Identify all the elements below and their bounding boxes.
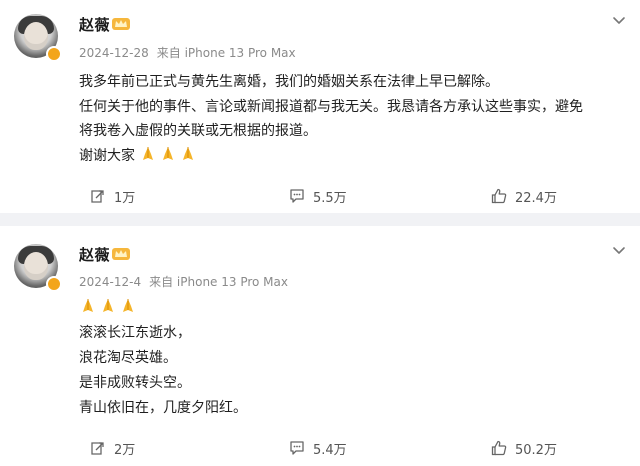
like-count: 50.2万 — [515, 442, 557, 458]
emoji-line — [79, 296, 624, 321]
avatar-face — [24, 22, 48, 50]
like-button[interactable]: 50.2万 — [491, 438, 557, 458]
verified-badge-icon — [46, 46, 62, 62]
praying-hands-icon — [143, 146, 154, 160]
comment-button[interactable]: 5.4万 — [289, 438, 347, 458]
praying-hands-icon — [103, 299, 113, 312]
post-meta: 2024-12-4 来自 iPhone 13 Pro Max — [79, 273, 288, 290]
comment-button[interactable]: 5.5万 — [289, 186, 347, 206]
author-name[interactable]: 赵薇 — [79, 14, 110, 35]
praying-hands-icon — [163, 146, 174, 160]
repost-button[interactable]: 2万 — [90, 438, 135, 458]
vip-crown-icon — [112, 248, 130, 260]
post-source: 来自 iPhone 13 Pro Max — [149, 275, 288, 289]
chevron-down-icon[interactable] — [612, 244, 626, 258]
praying-hands-icon — [123, 299, 133, 312]
chevron-down-icon[interactable] — [612, 14, 626, 28]
vip-crown-icon — [112, 18, 130, 30]
repost-icon — [91, 442, 104, 455]
repost-count: 2万 — [114, 442, 136, 458]
comment-count: 5.4万 — [313, 442, 347, 458]
post-text-line: 我多年前已正式与黄先生离婚，我们的婚姻关系在法律上早已解除。 — [79, 74, 499, 90]
like-count: 22.4万 — [515, 190, 557, 206]
praying-hands-icon — [83, 299, 93, 312]
comment-icon — [290, 189, 304, 203]
weibo-post: 赵薇 2024-12-28 来自 iPhone 13 Pro Max 我多年前已正… — [0, 0, 640, 213]
post-actions: 1万 5.5万 22.4万 — [0, 186, 640, 206]
post-text-line: 滚滚长江东逝水， — [79, 325, 191, 341]
post-text-line: 任何关于他的事件、言论或新闻报道都与我无关。我恳请各方承认这些事实，避免 — [79, 98, 583, 115]
repost-button[interactable]: 1万 — [90, 186, 135, 206]
post-text-line: 谢谢大家 — [79, 147, 135, 164]
thumbs-up-icon — [491, 188, 507, 204]
post-source: 来自 iPhone 13 Pro Max — [156, 46, 296, 60]
post-body: 滚滚长江东逝水， 浪花淘尽英雄。 是非成败转头空。 青山依旧在，几度夕阳红。 — [79, 296, 624, 421]
thumbs-up-icon — [491, 440, 507, 456]
post-text-line: 浪花淘尽英雄。 — [79, 350, 177, 366]
post-text-line-with-emoji: 谢谢大家 — [79, 144, 624, 169]
post-text-line: 将我卷入虚假的关联或无根据的报道。 — [79, 123, 317, 139]
avatar-container[interactable] — [0, 0, 80, 80]
post-text-line: 是非成败转头空。 — [79, 375, 191, 391]
post-text-line: 青山依旧在，几度夕阳红。 — [79, 400, 247, 416]
comment-icon — [290, 441, 304, 455]
verified-badge-icon — [46, 276, 62, 292]
repost-count: 1万 — [114, 190, 136, 206]
avatar-face — [24, 252, 48, 280]
post-date[interactable]: 2024-12-28 — [79, 46, 149, 60]
praying-hands-icon — [183, 146, 194, 160]
like-button[interactable]: 22.4万 — [491, 186, 557, 206]
author-name[interactable]: 赵薇 — [79, 244, 110, 265]
weibo-post: 赵薇 2024-12-4 来自 iPhone 13 Pro Max 滚滚长江东逝水… — [0, 226, 640, 466]
post-actions: 2万 5.4万 50.2万 — [0, 438, 640, 458]
post-date[interactable]: 2024-12-4 — [79, 275, 141, 289]
repost-icon — [91, 190, 104, 203]
post-body: 我多年前已正式与黄先生离婚，我们的婚姻关系在法律上早已解除。 任何关于他的事件、… — [79, 70, 624, 168]
post-meta: 2024-12-28 来自 iPhone 13 Pro Max — [79, 44, 296, 61]
avatar-container[interactable] — [0, 230, 80, 310]
comment-count: 5.5万 — [313, 190, 347, 206]
